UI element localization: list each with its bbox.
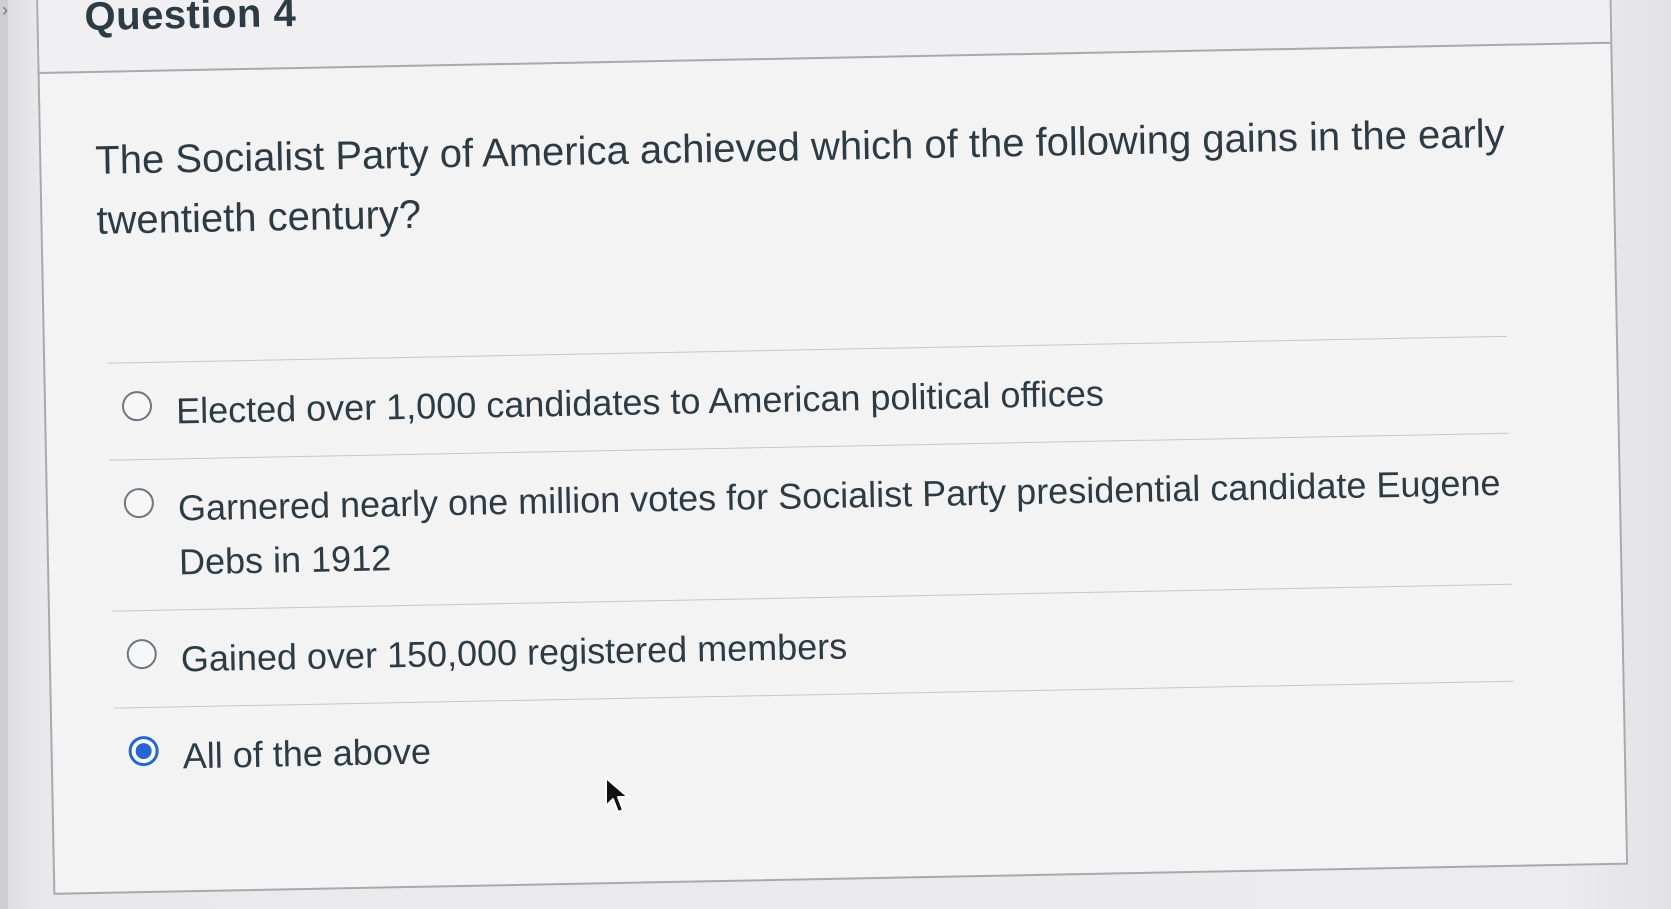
chevron-right-icon[interactable]: › [2,0,8,21]
answer-label[interactable]: All of the above [182,731,431,777]
radio-button-icon[interactable] [121,390,153,422]
question-card: Question 4 The Socialist Party of Americ… [36,0,1629,895]
radio-button-icon[interactable] [123,487,155,519]
radio-button-icon[interactable] [126,638,158,670]
answer-list: Elected over 1,000 candidates to America… [107,335,1516,805]
answer-label[interactable]: Elected over 1,000 candidates to America… [176,373,1105,432]
radio-button-selected-icon[interactable] [128,735,159,767]
question-text: The Socialist Party of America achieved … [94,111,1506,243]
question-title: Question 4 [84,0,297,40]
left-edge [0,0,8,909]
answer-option-2[interactable]: Garnered nearly one million votes for So… [109,432,1512,611]
answer-label[interactable]: Gained over 150,000 registered members [180,626,847,680]
mouse-pointer-icon [605,777,629,813]
screen: › Question 4 The Socialist Party of Amer… [0,0,1671,909]
question-header: Question 4 [38,0,1611,74]
answer-label[interactable]: Garnered nearly one million votes for So… [178,462,1501,582]
